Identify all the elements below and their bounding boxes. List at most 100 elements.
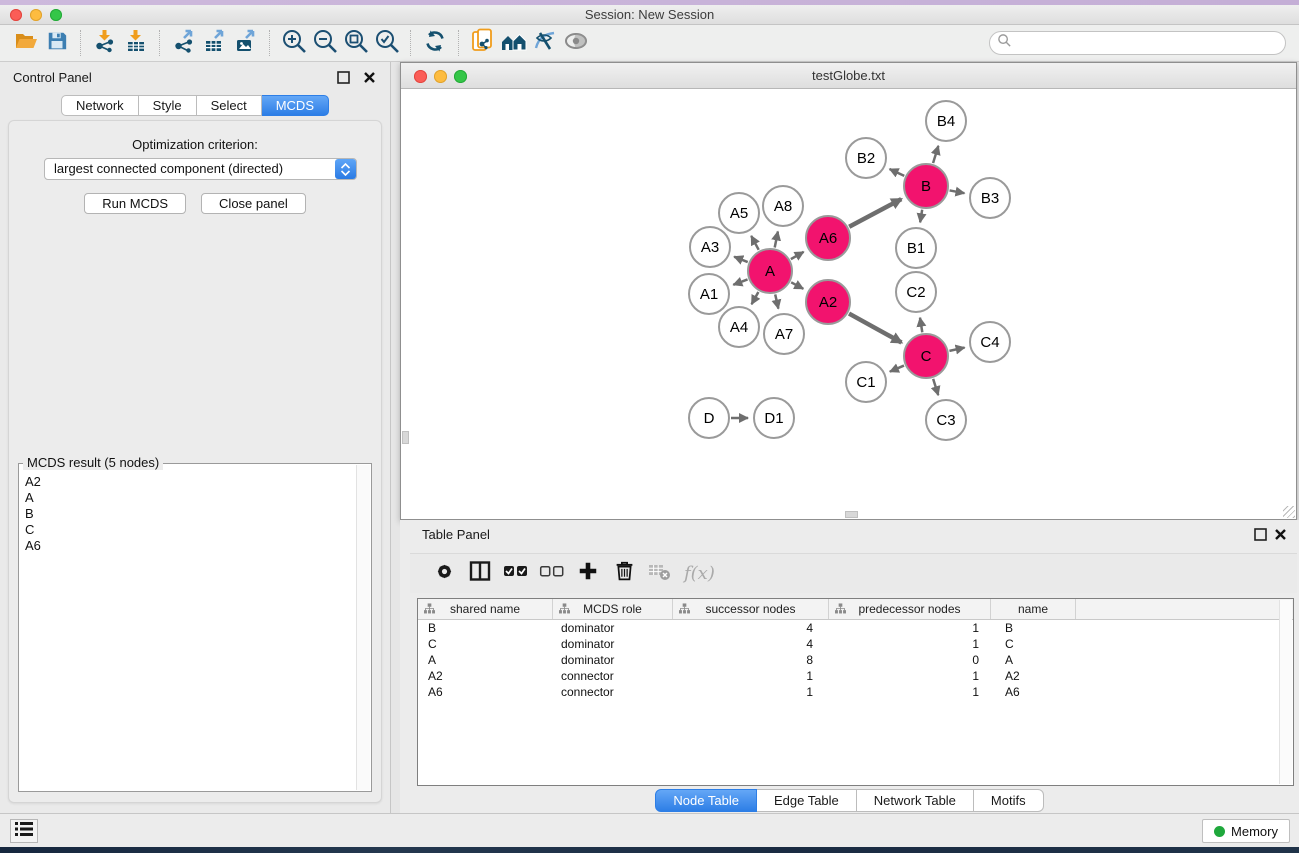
close-window-button[interactable]: [10, 9, 22, 21]
cell-MCDS-role[interactable]: dominator: [553, 621, 673, 635]
graph-node-A5[interactable]: A5: [718, 192, 760, 234]
tab-network[interactable]: Network: [61, 95, 139, 116]
search-input[interactable]: [1012, 36, 1278, 51]
delete-column-button[interactable]: [606, 558, 642, 590]
cell-successor-nodes[interactable]: 4: [673, 637, 829, 651]
search-field[interactable]: [989, 31, 1286, 55]
zoom-selected-button[interactable]: [371, 28, 402, 58]
cell-successor-nodes[interactable]: 4: [673, 621, 829, 635]
first-neighbors-button[interactable]: [498, 28, 529, 58]
column-visibility-button[interactable]: [462, 558, 498, 590]
apply-layout-button[interactable]: [419, 28, 450, 58]
open-session-button[interactable]: [10, 28, 41, 58]
table-tab-network-table[interactable]: Network Table: [857, 789, 974, 812]
cell-name[interactable]: A6: [991, 685, 1076, 699]
result-item-b[interactable]: B: [25, 506, 350, 522]
result-scrollbar[interactable]: [356, 465, 370, 790]
table-options-button[interactable]: [426, 558, 462, 590]
export-image-button[interactable]: [230, 28, 261, 58]
window-resize-grip[interactable]: [1283, 506, 1295, 518]
export-network-button[interactable]: [168, 28, 199, 58]
cell-successor-nodes[interactable]: 1: [673, 685, 829, 699]
cell-MCDS-role[interactable]: dominator: [553, 653, 673, 667]
column-header-name[interactable]: name: [991, 599, 1076, 619]
graph-node-A[interactable]: A: [747, 248, 793, 294]
graph-node-C4[interactable]: C4: [969, 321, 1011, 363]
close-table-panel-icon[interactable]: [1274, 528, 1287, 541]
float-panel-icon[interactable]: [337, 71, 350, 84]
cell-MCDS-role[interactable]: connector: [553, 685, 673, 699]
show-all-button[interactable]: [560, 28, 591, 58]
graph-node-B3[interactable]: B3: [969, 177, 1011, 219]
graph-node-B2[interactable]: B2: [845, 137, 887, 179]
cell-shared-name[interactable]: A6: [418, 685, 553, 699]
delete-table-button[interactable]: [642, 558, 678, 590]
zoom-fit-button[interactable]: [340, 28, 371, 58]
table-tab-edge-table[interactable]: Edge Table: [757, 789, 857, 812]
cell-shared-name[interactable]: A2: [418, 669, 553, 683]
table-scrollbar[interactable]: [1279, 600, 1292, 784]
function-builder-button[interactable]: f(x): [684, 563, 715, 584]
graph-node-B[interactable]: B: [903, 163, 949, 209]
cell-successor-nodes[interactable]: 8: [673, 653, 829, 667]
graph-node-A7[interactable]: A7: [763, 313, 805, 355]
import-table-button[interactable]: [120, 28, 151, 58]
zoom-out-button[interactable]: [309, 28, 340, 58]
cell-MCDS-role[interactable]: connector: [553, 669, 673, 683]
maximize-window-button[interactable]: [50, 9, 62, 21]
canvas-vertical-scroll-nub[interactable]: [402, 431, 409, 444]
cell-name[interactable]: C: [991, 637, 1076, 651]
float-table-panel-icon[interactable]: [1254, 528, 1267, 541]
cell-shared-name[interactable]: A: [418, 653, 553, 667]
hide-selected-button[interactable]: [529, 28, 560, 58]
cell-name[interactable]: B: [991, 621, 1076, 635]
result-item-a2[interactable]: A2: [25, 474, 350, 490]
result-item-c[interactable]: C: [25, 522, 350, 538]
cell-predecessor-nodes[interactable]: 0: [829, 653, 991, 667]
graph-node-C1[interactable]: C1: [845, 361, 887, 403]
run-mcds-button[interactable]: Run MCDS: [84, 193, 186, 214]
export-table-button[interactable]: [199, 28, 230, 58]
cell-shared-name[interactable]: B: [418, 621, 553, 635]
deselect-all-rows-button[interactable]: [534, 558, 570, 590]
cell-MCDS-role[interactable]: dominator: [553, 637, 673, 651]
result-item-a6[interactable]: A6: [25, 538, 350, 554]
import-network-button[interactable]: [89, 28, 120, 58]
graph-node-A2[interactable]: A2: [805, 279, 851, 325]
graph-node-C3[interactable]: C3: [925, 399, 967, 441]
zoom-in-button[interactable]: [278, 28, 309, 58]
tab-mcds[interactable]: MCDS: [262, 95, 329, 116]
graph-node-B1[interactable]: B1: [895, 227, 937, 269]
column-header-shared-name[interactable]: shared name: [418, 599, 553, 619]
cell-name[interactable]: A2: [991, 669, 1076, 683]
column-header-MCDS-role[interactable]: MCDS role: [553, 599, 673, 619]
graph-node-A1[interactable]: A1: [688, 273, 730, 315]
network-canvas[interactable]: B4B2BB3A8A5A6A3B1AA1C2A2A4A7C4CC1C3DD1: [401, 89, 1296, 519]
result-item-a[interactable]: A: [25, 490, 350, 506]
save-session-button[interactable]: [41, 28, 72, 58]
table-tab-motifs[interactable]: Motifs: [974, 789, 1044, 812]
network-minimize-button[interactable]: [434, 70, 447, 83]
graph-node-A8[interactable]: A8: [762, 185, 804, 227]
network-maximize-button[interactable]: [454, 70, 467, 83]
cell-predecessor-nodes[interactable]: 1: [829, 637, 991, 651]
graph-node-D[interactable]: D: [688, 397, 730, 439]
show-panels-button[interactable]: [10, 819, 38, 843]
select-all-rows-button[interactable]: [498, 558, 534, 590]
add-column-button[interactable]: [570, 558, 606, 590]
tab-select[interactable]: Select: [197, 95, 262, 116]
graph-node-A6[interactable]: A6: [805, 215, 851, 261]
table-tab-node-table[interactable]: Node Table: [655, 789, 757, 812]
cell-successor-nodes[interactable]: 1: [673, 669, 829, 683]
cell-predecessor-nodes[interactable]: 1: [829, 621, 991, 635]
column-header-predecessor-nodes[interactable]: predecessor nodes: [829, 599, 991, 619]
close-panel-button[interactable]: Close panel: [201, 193, 306, 214]
cell-shared-name[interactable]: C: [418, 637, 553, 651]
cell-name[interactable]: A: [991, 653, 1076, 667]
graph-node-A4[interactable]: A4: [718, 306, 760, 348]
canvas-horizontal-scroll-nub[interactable]: [845, 511, 858, 518]
criterion-dropdown[interactable]: largest connected component (directed): [44, 158, 357, 180]
new-network-from-selection-button[interactable]: [467, 28, 498, 58]
tab-style[interactable]: Style: [139, 95, 197, 116]
network-close-button[interactable]: [414, 70, 427, 83]
